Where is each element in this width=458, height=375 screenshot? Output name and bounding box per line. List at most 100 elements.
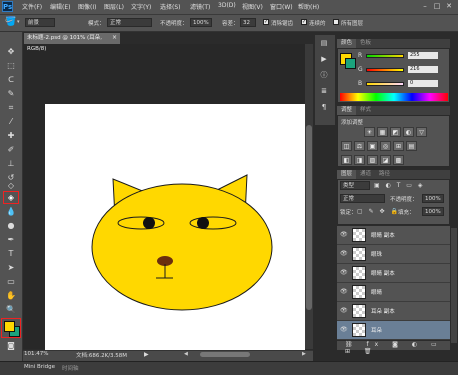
fill-source-select[interactable]: 前景 xyxy=(25,18,55,27)
vibrance-adjustment-icon[interactable]: ▽ xyxy=(416,127,427,137)
layer-name[interactable]: 眼睛 副本 xyxy=(371,269,395,277)
paint-bucket-icon[interactable]: 🪣 xyxy=(5,17,16,27)
menu-view[interactable]: 视图(V) xyxy=(242,2,263,11)
close-document-button[interactable]: × xyxy=(112,34,117,41)
layer-row[interactable]: 👁 耳朵 副本 xyxy=(337,302,450,321)
layers-scrollbar[interactable] xyxy=(451,228,457,343)
visibility-eye-icon[interactable]: 👁 xyxy=(340,326,348,334)
info-panel-icon[interactable]: ⓘ xyxy=(318,70,330,80)
channel-g-value[interactable]: 216 xyxy=(408,66,438,73)
tolerance-input[interactable]: 32 xyxy=(240,18,256,27)
color-lookup-adjustment-icon[interactable]: ▤ xyxy=(406,141,417,151)
horizontal-scroll-thumb[interactable] xyxy=(200,352,250,357)
quick-select-tool-icon[interactable]: ✎ xyxy=(4,88,18,99)
menu-layer[interactable]: 图层(L) xyxy=(104,2,124,11)
paragraph-panel-icon[interactable]: ¶ xyxy=(318,102,330,112)
posterize-adjustment-icon[interactable]: ◨ xyxy=(354,155,365,165)
actions-panel-icon[interactable]: ▶ xyxy=(318,54,330,64)
move-tool-icon[interactable]: ✥ xyxy=(4,46,18,57)
mode-select[interactable]: 正常 xyxy=(107,18,152,27)
menu-3d[interactable]: 3D(D) xyxy=(218,2,236,9)
menu-image[interactable]: 图像(I) xyxy=(78,2,96,11)
contiguous-checkbox[interactable]: ✓ xyxy=(301,19,307,25)
lasso-tool-icon[interactable]: ᑕ xyxy=(4,74,18,85)
tab-paths[interactable]: 路径 xyxy=(375,170,394,179)
foreground-color-swatch[interactable] xyxy=(4,321,15,332)
path-select-tool-icon[interactable]: ➤ xyxy=(4,262,18,273)
visibility-eye-icon[interactable]: 👁 xyxy=(340,269,348,277)
selective-color-adjustment-icon[interactable]: ▩ xyxy=(393,155,404,165)
hand-tool-icon[interactable]: ✋ xyxy=(4,290,18,301)
brightness-adjustment-icon[interactable]: ☀ xyxy=(364,127,375,137)
layer-opacity-input[interactable]: 100% xyxy=(422,194,444,203)
channel-g-slider[interactable] xyxy=(366,68,404,72)
layer-filter-select[interactable]: 类型 xyxy=(340,181,370,190)
quick-mask-icon[interactable]: ◙ xyxy=(4,340,18,351)
tool-preset-chevron-icon[interactable]: ▾ xyxy=(17,19,20,25)
menu-type[interactable]: 文字(Y) xyxy=(131,2,151,11)
shape-tool-icon[interactable]: ▭ xyxy=(4,276,18,287)
layer-name[interactable]: 眼珠 xyxy=(371,250,382,258)
color-balance-adjustment-icon[interactable]: ⚖ xyxy=(354,141,365,151)
visibility-eye-icon[interactable]: 👁 xyxy=(340,250,348,258)
all-layers-checkbox[interactable] xyxy=(333,19,339,25)
crop-tool-icon[interactable]: ⌗ xyxy=(4,102,18,113)
zoom-tool-icon[interactable]: 🔍 xyxy=(4,304,18,315)
curves-adjustment-icon[interactable]: ◩ xyxy=(390,127,401,137)
layer-row[interactable]: 👁 眼睛 xyxy=(337,283,450,302)
minimize-button[interactable]: – xyxy=(420,2,430,11)
tab-swatches[interactable]: 色板 xyxy=(356,39,375,48)
vertical-scroll-thumb[interactable] xyxy=(306,125,312,310)
tab-color[interactable]: 颜色 xyxy=(337,39,357,48)
black-white-adjustment-icon[interactable]: ▣ xyxy=(367,141,378,151)
type-tool-icon[interactable]: T xyxy=(4,248,18,259)
channel-mixer-adjustment-icon[interactable]: ⊞ xyxy=(393,141,404,151)
visibility-eye-icon[interactable]: 👁 xyxy=(340,288,348,296)
mini-bridge-tab[interactable]: Mini Bridge xyxy=(24,364,55,370)
layer-name[interactable]: 眼睛 xyxy=(371,288,382,296)
document-tab[interactable]: 未标题-2.psd @ 101% (耳朵, RGB/8) xyxy=(24,33,120,52)
layer-footer-icons[interactable]: ⛓ fx ◙ ◐ ▭ ⊞ 🗑 xyxy=(345,341,458,355)
layer-filter-icons[interactable]: ▣ ◐ T ▭ ◈ xyxy=(374,182,424,189)
layer-fill-input[interactable]: 100% xyxy=(422,207,444,216)
scroll-right-icon[interactable]: ▶ xyxy=(302,351,306,357)
tab-channels[interactable]: 通道 xyxy=(356,170,375,179)
panel-background-swatch[interactable] xyxy=(345,58,356,69)
menu-edit[interactable]: 编辑(E) xyxy=(50,2,70,11)
dodge-tool-icon[interactable]: ● xyxy=(4,220,18,231)
color-spectrum-bar[interactable] xyxy=(340,93,448,101)
tab-layers[interactable]: 图层 xyxy=(337,170,357,179)
lock-icons[interactable]: ▢ ✎ ✥ 🔒 xyxy=(357,208,400,215)
clone-stamp-tool-icon[interactable]: ⊥ xyxy=(4,158,18,169)
levels-adjustment-icon[interactable]: ▦ xyxy=(377,127,388,137)
timeline-tab[interactable]: 时间轴 xyxy=(62,364,79,372)
eraser-tool-icon[interactable]: ◇ xyxy=(4,180,18,191)
channel-r-slider[interactable] xyxy=(366,54,404,58)
channel-b-value[interactable]: 0 xyxy=(408,80,438,87)
blur-tool-icon[interactable]: 💧 xyxy=(4,206,18,217)
layer-row-selected[interactable]: 👁 耳朵 xyxy=(337,321,450,340)
visibility-eye-icon[interactable]: 👁 xyxy=(340,231,348,239)
menu-filter[interactable]: 滤镜(T) xyxy=(190,2,210,11)
opacity-input[interactable]: 100% xyxy=(190,18,212,27)
marquee-tool-icon[interactable]: ⬚ xyxy=(4,60,18,71)
layer-row[interactable]: 👁 眼珠 xyxy=(337,245,450,264)
channel-b-slider[interactable] xyxy=(366,82,404,86)
blend-mode-select[interactable]: 正常 xyxy=(340,194,385,203)
antialias-checkbox[interactable]: ✓ xyxy=(263,19,269,25)
close-window-button[interactable]: ✕ xyxy=(444,2,454,11)
scroll-left-icon[interactable]: ◀ xyxy=(184,351,188,357)
status-menu-arrow-icon[interactable]: ▶ xyxy=(144,351,149,358)
pen-tool-icon[interactable]: ✒ xyxy=(4,234,18,245)
visibility-eye-icon[interactable]: 👁 xyxy=(340,307,348,315)
menu-select[interactable]: 选择(S) xyxy=(160,2,181,11)
paint-bucket-tool-icon[interactable]: ◈ xyxy=(4,192,18,203)
hue-saturation-adjustment-icon[interactable]: ◫ xyxy=(341,141,352,151)
healing-brush-tool-icon[interactable]: ✚ xyxy=(4,130,18,141)
layer-name[interactable]: 耳朵 副本 xyxy=(371,307,395,315)
menu-help[interactable]: 帮助(H) xyxy=(298,2,319,11)
layer-row[interactable]: 👁 眼睛 副本 xyxy=(337,264,450,283)
eyedropper-tool-icon[interactable]: ⁄ xyxy=(4,116,18,127)
tab-adjustments[interactable]: 调整 xyxy=(337,106,357,115)
menu-file[interactable]: 文件(F) xyxy=(22,2,42,11)
